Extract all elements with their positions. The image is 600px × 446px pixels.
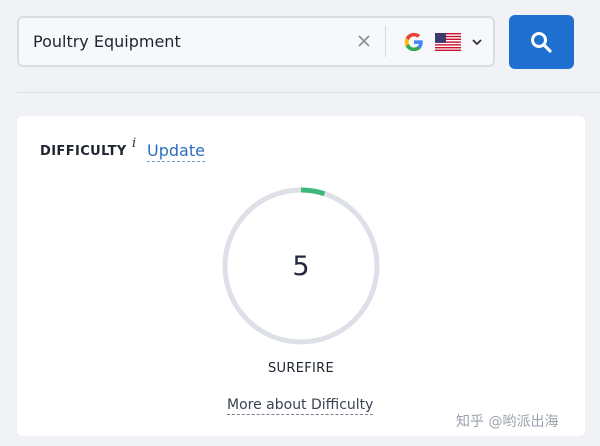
us-flag-icon bbox=[435, 33, 461, 51]
search-button[interactable] bbox=[509, 15, 574, 69]
watermark: 知乎 @哟派出海 bbox=[456, 414, 559, 430]
difficulty-label: DIFFICULTY bbox=[40, 144, 127, 159]
search-bar bbox=[17, 16, 495, 67]
search-engine-select[interactable] bbox=[403, 29, 489, 55]
difficulty-level: SUREFIRE bbox=[268, 361, 334, 376]
search-divider bbox=[385, 26, 386, 57]
section-divider bbox=[17, 92, 600, 93]
search-input[interactable] bbox=[33, 18, 353, 65]
more-about-difficulty-link[interactable]: More about Difficulty bbox=[227, 396, 374, 415]
google-icon bbox=[404, 32, 423, 52]
info-icon[interactable]: i bbox=[132, 136, 136, 151]
update-link[interactable]: Update bbox=[147, 141, 205, 162]
difficulty-score: 5 bbox=[292, 250, 310, 282]
chevron-down-icon bbox=[472, 39, 482, 46]
difficulty-card: DIFFICULTY i Update 5 SUREFIRE More abou… bbox=[17, 116, 585, 436]
search-icon bbox=[531, 32, 552, 53]
close-icon[interactable] bbox=[356, 33, 372, 49]
